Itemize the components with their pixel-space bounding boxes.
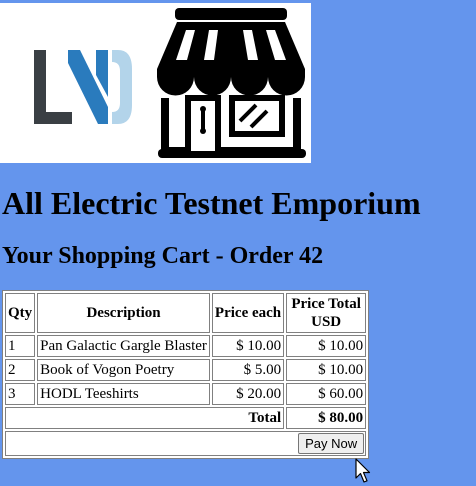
total-label: Total [5, 407, 285, 429]
table-row: 2 Book of Vogon Poetry $ 5.00 $ 10.00 [5, 359, 367, 381]
row-price-total: $ 10.00 [286, 335, 367, 357]
shopping-cart-table: Qty Description Price each Price Total U… [2, 290, 370, 459]
header-qty: Qty [5, 293, 36, 333]
table-row: 1 Pan Galactic Gargle Blaster $ 10.00 $ … [5, 335, 367, 357]
lnd-logo-icon [34, 50, 132, 124]
store-title: All Electric Testnet Emporium [2, 185, 421, 221]
mouse-pointer-icon [355, 458, 371, 483]
row-qty: 3 [5, 383, 36, 405]
row-description: HODL Teeshirts [37, 383, 210, 405]
row-price-each: $ 5.00 [211, 359, 285, 381]
pay-now-button[interactable]: Pay Now [298, 433, 365, 454]
row-price-total: $ 60.00 [286, 383, 367, 405]
row-price-each: $ 10.00 [211, 335, 285, 357]
total-row: Total $ 80.00 [5, 407, 367, 429]
row-price-total: $ 10.00 [286, 359, 367, 381]
row-description: Pan Galactic Gargle Blaster [37, 335, 210, 357]
row-price-each: $ 20.00 [211, 383, 285, 405]
header-description: Description [37, 293, 210, 333]
row-description: Book of Vogon Poetry [37, 359, 210, 381]
row-qty: 1 [5, 335, 36, 357]
table-row: 3 HODL Teeshirts $ 20.00 $ 60.00 [5, 383, 367, 405]
row-qty: 2 [5, 359, 36, 381]
header-price-each: Price each [211, 293, 285, 333]
total-value: $ 80.00 [286, 407, 367, 429]
pay-cell: Pay Now [5, 431, 367, 456]
table-header-row: Qty Description Price each Price Total U… [5, 293, 367, 333]
cart-heading: Your Shopping Cart - Order 42 [2, 243, 324, 269]
storefront-icon [157, 8, 306, 158]
store-logo [0, 3, 311, 163]
pay-row: Pay Now [5, 431, 367, 456]
header-price-total: Price Total USD [286, 293, 367, 333]
